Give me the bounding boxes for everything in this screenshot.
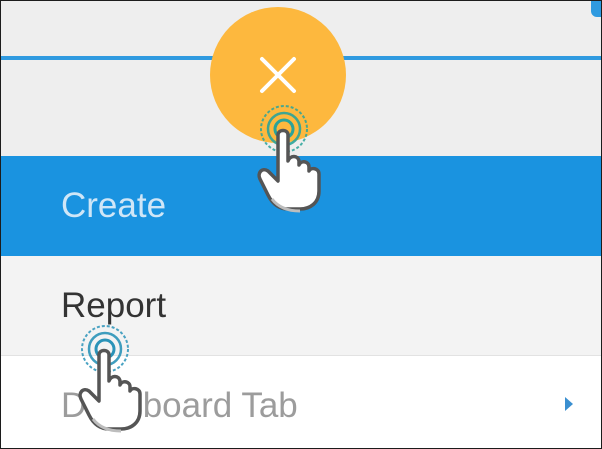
corner-tab — [591, 1, 601, 17]
submenu-arrow-icon — [565, 397, 573, 411]
close-icon — [260, 57, 296, 93]
tap-hand-icon — [78, 325, 142, 433]
menu-item-label: Create — [61, 186, 167, 225]
tap-hand-icon — [257, 105, 321, 213]
menu-item-label: Report — [61, 286, 167, 325]
app-frame: Create Report Dashboard Tab — [0, 0, 602, 449]
